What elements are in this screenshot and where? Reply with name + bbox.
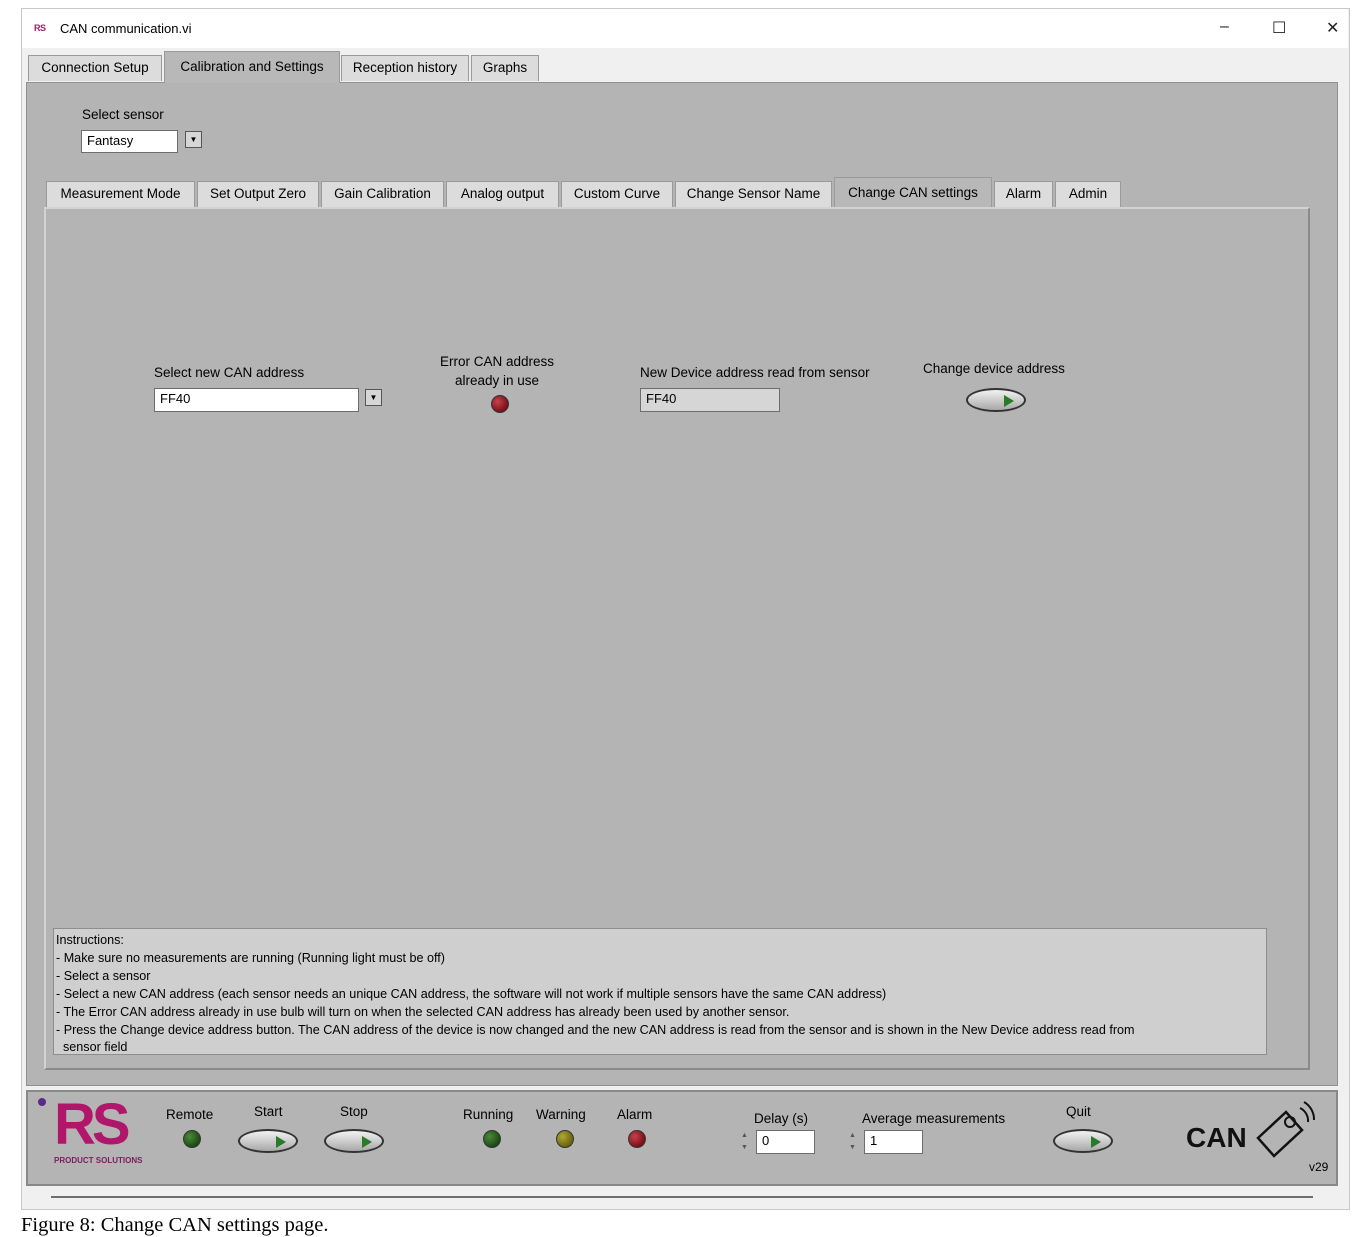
rs-brand-logo: RS	[54, 1092, 131, 1157]
figure-caption: Figure 8: Change CAN settings page.	[21, 1214, 329, 1236]
remote-led-icon	[183, 1130, 201, 1148]
average-measurements-field[interactable]: 1	[864, 1130, 923, 1154]
start-button[interactable]	[238, 1129, 298, 1153]
new-can-address-dropdown-button[interactable]: ▼	[365, 389, 382, 406]
app-logo-icon: RS	[34, 23, 46, 33]
start-label: Start	[254, 1104, 283, 1119]
running-label: Running	[463, 1107, 514, 1122]
spin-arrows-icon[interactable]: ▲ ▼	[849, 1130, 859, 1158]
instructions-line: - Select a sensor	[56, 968, 151, 983]
can-logo: CAN	[1186, 1122, 1247, 1153]
instructions-line: - Select a new CAN address (each sensor …	[56, 986, 887, 1001]
alarm-led-icon	[628, 1130, 646, 1148]
play-arrow-icon	[1004, 395, 1014, 407]
warning-label: Warning	[536, 1107, 586, 1122]
instructions-line: Instructions:	[56, 933, 124, 947]
bottom-divider	[51, 1196, 1313, 1198]
tab-custom-curve[interactable]: Custom Curve	[561, 181, 673, 207]
brand-dot-icon	[38, 1098, 46, 1106]
maximize-button[interactable]: ☐	[1272, 18, 1286, 38]
minimize-button[interactable]: –	[1220, 18, 1229, 36]
tab-admin[interactable]: Admin	[1055, 181, 1121, 207]
tab-calibration-and-settings[interactable]: Calibration and Settings	[164, 51, 340, 83]
select-sensor-label: Select sensor	[82, 107, 164, 122]
rs-brand-subtitle: PRODUCT SOLUTIONS	[54, 1156, 143, 1165]
tab-measurement-mode[interactable]: Measurement Mode	[46, 181, 195, 207]
play-arrow-icon	[1091, 1136, 1101, 1148]
remote-label: Remote	[166, 1107, 214, 1122]
spin-arrows-icon[interactable]: ▲ ▼	[741, 1130, 751, 1158]
error-can-address-label-line2: already in use	[455, 373, 540, 388]
warning-led-icon	[556, 1130, 574, 1148]
running-led-icon	[483, 1130, 501, 1148]
instructions-box: Instructions: - Make sure no measurement…	[53, 928, 1267, 1055]
play-arrow-icon	[276, 1136, 286, 1148]
instructions-line: sensor field	[56, 1040, 128, 1055]
tab-connection-setup[interactable]: Connection Setup	[28, 55, 162, 81]
select-sensor-field[interactable]: Fantasy	[81, 130, 178, 153]
average-measurements-control[interactable]: ▲ ▼ 1	[849, 1130, 923, 1154]
select-sensor-dropdown-button[interactable]: ▼	[185, 131, 202, 148]
window-title: CAN communication.vi	[60, 21, 192, 36]
error-can-address-led-icon	[491, 395, 509, 413]
stop-label: Stop	[340, 1104, 368, 1119]
instructions-line: - Press the Change device address button…	[56, 1022, 1135, 1037]
quit-button[interactable]	[1053, 1129, 1113, 1153]
tab-graphs[interactable]: Graphs	[471, 55, 539, 81]
instructions-line: - Make sure no measurements are running …	[56, 950, 445, 965]
delay-field[interactable]: 0	[756, 1130, 815, 1154]
tab-reception-history[interactable]: Reception history	[341, 55, 469, 81]
tab-set-output-zero[interactable]: Set Output Zero	[197, 181, 319, 207]
change-device-address-label: Change device address	[923, 361, 1065, 376]
stop-button[interactable]	[324, 1129, 384, 1153]
tab-change-sensor-name[interactable]: Change Sensor Name	[675, 181, 832, 207]
delay-control[interactable]: ▲ ▼ 0	[741, 1130, 815, 1154]
tab-analog-output[interactable]: Analog output	[446, 181, 559, 207]
title-bar	[22, 9, 1348, 48]
tab-gain-calibration[interactable]: Gain Calibration	[321, 181, 444, 207]
instructions-line: - The Error CAN address already in use b…	[56, 1004, 790, 1019]
new-can-address-field[interactable]: FF40	[154, 388, 359, 412]
quit-label: Quit	[1066, 1104, 1091, 1119]
new-device-address-field: FF40	[640, 388, 780, 412]
delay-label: Delay (s)	[754, 1111, 809, 1126]
error-can-address-label-line1: Error CAN address	[440, 354, 555, 369]
can-wireless-icon	[1256, 1101, 1316, 1158]
status-panel	[26, 1090, 1338, 1186]
tab-change-can-settings[interactable]: Change CAN settings	[834, 177, 992, 209]
change-device-address-button[interactable]	[966, 388, 1026, 412]
select-new-can-address-label: Select new CAN address	[154, 365, 305, 380]
close-button[interactable]: ✕	[1326, 18, 1339, 38]
new-device-address-label: New Device address read from sensor	[640, 365, 870, 380]
average-measurements-label: Average measurements	[862, 1111, 1006, 1126]
play-arrow-icon	[362, 1136, 372, 1148]
version-label: v29	[1309, 1160, 1329, 1174]
tab-alarm[interactable]: Alarm	[994, 181, 1053, 207]
alarm-label: Alarm	[617, 1107, 653, 1122]
